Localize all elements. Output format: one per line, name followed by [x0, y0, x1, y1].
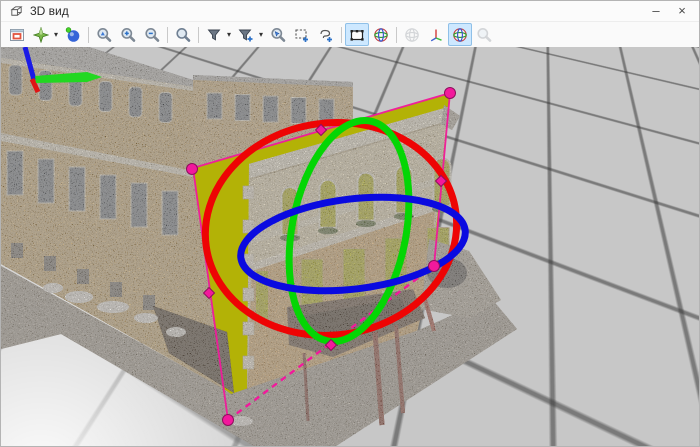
- toolbar-separator: [396, 27, 397, 43]
- toolbar-button-navigation[interactable]: [29, 23, 53, 46]
- toolbar-button-rect-selection[interactable]: [290, 23, 314, 46]
- toolbar-dropdown-arrow-navigation[interactable]: ▾: [52, 30, 60, 39]
- toolbar-separator: [198, 27, 199, 43]
- minimize-button[interactable]: –: [645, 2, 667, 20]
- toolbar-button-zoom-region[interactable]: [92, 23, 116, 46]
- toolbar-button-window-pane[interactable]: [5, 23, 29, 46]
- region-handle-circle[interactable]: [445, 88, 456, 99]
- resize-region-icon: [349, 27, 365, 43]
- toolbar-button-resize-region[interactable]: [345, 23, 369, 46]
- window-pane-icon: [9, 27, 25, 43]
- zoom-in-icon: [120, 27, 136, 43]
- zoom-region-icon: [96, 27, 112, 43]
- 3d-view-icon: [9, 4, 24, 19]
- toolbar-button-filter-selection[interactable]: [234, 23, 258, 46]
- lasso-select-icon: [318, 27, 334, 43]
- toolbar-button-scale-object: [472, 23, 496, 46]
- toolbar-dropdown-arrow-filter-points[interactable]: ▾: [225, 30, 233, 39]
- toolbar-button-filter-points[interactable]: [202, 23, 226, 46]
- region-handle-circle[interactable]: [429, 261, 440, 272]
- selection-zoom-icon: [270, 27, 286, 43]
- scale-magnifier-gray-icon: [476, 27, 492, 43]
- toolbar-button-trackball[interactable]: [61, 23, 85, 46]
- reset-view-icon: [175, 27, 191, 43]
- toolbar-button-reset-view[interactable]: [171, 23, 195, 46]
- toolbar-separator: [88, 27, 89, 43]
- rotate-sphere-icon: [452, 27, 468, 43]
- region-handle-circle[interactable]: [187, 164, 198, 175]
- rect-select-icon: [294, 27, 310, 43]
- toolbar-button-rotate-region[interactable]: [369, 23, 393, 46]
- toolbar-button-selection-zoom[interactable]: [266, 23, 290, 46]
- navigation-compass-icon: [33, 27, 49, 43]
- filter-icon: [206, 27, 222, 43]
- scene-canvas: [1, 47, 700, 447]
- region-handle-circle[interactable]: [223, 415, 234, 426]
- toolbar-dropdown-arrow-filter-selection[interactable]: ▾: [257, 30, 265, 39]
- filter-add-icon: [238, 27, 254, 43]
- 3d-viewport[interactable]: [1, 47, 700, 447]
- zoom-out-icon: [144, 27, 160, 43]
- toolbar-separator: [341, 27, 342, 43]
- 3d-view-window: 3D вид – × ▾ ▾ ▾: [0, 0, 700, 447]
- rotate-sphere-icon: [373, 27, 389, 43]
- titlebar: 3D вид – ×: [1, 1, 699, 22]
- toolbar: ▾ ▾ ▾: [1, 22, 699, 48]
- trackball-icon: [65, 27, 81, 43]
- window-controls: – ×: [645, 1, 693, 21]
- toolbar-button-zoom-out[interactable]: [140, 23, 164, 46]
- toolbar-button-lasso-selection[interactable]: [314, 23, 338, 46]
- rotate-sphere-gray-icon: [404, 27, 420, 43]
- toolbar-button-zoom-in[interactable]: [116, 23, 140, 46]
- toolbar-separator: [167, 27, 168, 43]
- axes-icon: [428, 27, 444, 43]
- toolbar-button-rotate-object[interactable]: [448, 23, 472, 46]
- toolbar-button-local-axes[interactable]: [424, 23, 448, 46]
- window-title: 3D вид: [30, 4, 69, 18]
- close-button[interactable]: ×: [671, 2, 693, 20]
- toolbar-button-move-region: [400, 23, 424, 46]
